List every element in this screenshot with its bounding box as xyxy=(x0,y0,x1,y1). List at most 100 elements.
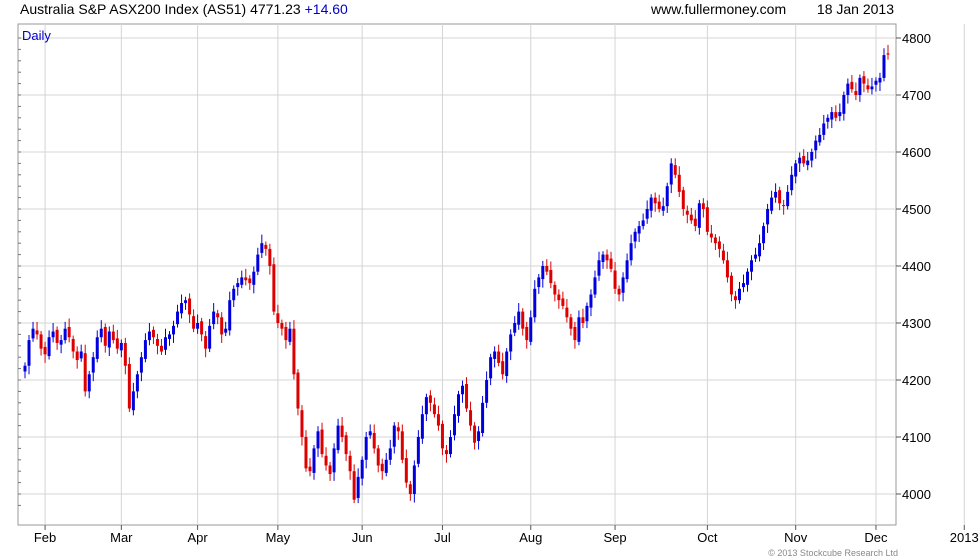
candle-body xyxy=(27,340,31,366)
candle-body xyxy=(420,414,424,439)
candle-body xyxy=(163,337,167,350)
candle-body xyxy=(589,294,593,308)
candle-body xyxy=(465,383,469,409)
candle-body xyxy=(802,155,806,164)
candle-body xyxy=(59,340,63,345)
x-tick-label: Sep xyxy=(603,530,626,545)
candle-body xyxy=(432,404,436,415)
candle-body xyxy=(99,328,103,338)
candle-body xyxy=(228,300,232,331)
candle-body xyxy=(870,86,874,90)
candle-body xyxy=(91,357,95,373)
candle-body xyxy=(709,233,713,238)
candle-body xyxy=(609,258,613,269)
candle-body xyxy=(312,448,316,473)
x-tick-label: Jun xyxy=(352,530,373,545)
candle-body xyxy=(593,277,597,295)
x-tick-label: Oct xyxy=(697,530,718,545)
candle-body xyxy=(372,433,376,449)
candle-body xyxy=(874,80,878,85)
candle-body xyxy=(300,410,304,437)
candle-body xyxy=(71,338,75,352)
candle-body xyxy=(340,425,344,437)
candle-body xyxy=(677,174,681,192)
candle-body xyxy=(139,357,143,373)
candle-body xyxy=(525,326,529,341)
candle-body xyxy=(517,311,521,325)
candle-body xyxy=(473,425,477,443)
candle-body xyxy=(641,220,645,227)
candle-body xyxy=(750,260,754,272)
candle-body xyxy=(268,248,272,266)
candle-body xyxy=(633,231,637,242)
candle-body xyxy=(613,270,617,289)
candle-body xyxy=(111,331,115,341)
candle-body xyxy=(878,77,882,83)
candle-body xyxy=(440,423,444,449)
candle-body xyxy=(585,305,589,322)
y-tick-label: 4400 xyxy=(902,259,931,274)
candle-body xyxy=(733,296,737,301)
candle-body xyxy=(597,260,601,276)
candle-body xyxy=(188,298,192,315)
candle-body xyxy=(669,163,673,185)
candle-body xyxy=(701,203,705,209)
candle-body xyxy=(501,361,505,375)
x-tick-label: Mar xyxy=(110,530,133,545)
candle-body xyxy=(400,431,404,460)
candle-body xyxy=(810,152,814,161)
candle-body xyxy=(276,313,280,323)
candle-body xyxy=(545,266,549,272)
candle-body xyxy=(396,427,400,432)
candle-body xyxy=(31,328,35,339)
candle-body xyxy=(151,329,155,338)
candle-body xyxy=(232,288,236,301)
candle-body xyxy=(681,190,685,209)
candle-body xyxy=(75,351,79,361)
candle-body xyxy=(794,163,798,177)
candle-body xyxy=(766,209,770,225)
candle-body xyxy=(469,410,473,426)
candle-body xyxy=(95,337,99,359)
candle-body xyxy=(143,340,147,359)
candle-body xyxy=(806,160,810,166)
candle-body xyxy=(316,431,320,449)
candle-body xyxy=(533,288,537,318)
candle-body xyxy=(770,197,774,211)
candle-body xyxy=(256,254,260,272)
candle-body xyxy=(336,425,340,451)
candle-body xyxy=(452,414,456,436)
candle-body xyxy=(67,326,71,338)
candle-body xyxy=(798,157,802,164)
candle-body xyxy=(886,53,890,55)
candle-body xyxy=(729,275,733,295)
candle-body xyxy=(328,465,332,475)
candle-body xyxy=(537,277,541,288)
candle-body xyxy=(818,134,822,143)
y-tick-label: 4200 xyxy=(902,373,931,388)
candle-body xyxy=(240,277,244,285)
candle-body xyxy=(55,329,59,343)
candle-body xyxy=(838,112,842,117)
candle-body xyxy=(846,83,850,95)
candle-body xyxy=(569,317,573,329)
candle-body xyxy=(135,374,139,392)
candle-body xyxy=(408,484,412,494)
candle-body xyxy=(324,455,328,466)
candle-body xyxy=(348,455,352,472)
candle-body xyxy=(489,357,493,379)
y-tick-label: 4000 xyxy=(902,487,931,502)
candle-body xyxy=(292,328,296,375)
candle-body xyxy=(725,260,729,278)
candle-body xyxy=(553,284,557,295)
y-tick-label: 4600 xyxy=(902,145,931,160)
candle-body xyxy=(168,334,172,339)
candle-body xyxy=(521,311,525,329)
candle-body xyxy=(248,278,252,284)
candle-body xyxy=(713,237,717,244)
candle-body xyxy=(428,395,432,403)
candle-body xyxy=(581,317,585,323)
y-tick-label: 4100 xyxy=(902,430,931,445)
candle-body xyxy=(842,95,846,114)
x-tick-label: Jul xyxy=(434,530,451,545)
